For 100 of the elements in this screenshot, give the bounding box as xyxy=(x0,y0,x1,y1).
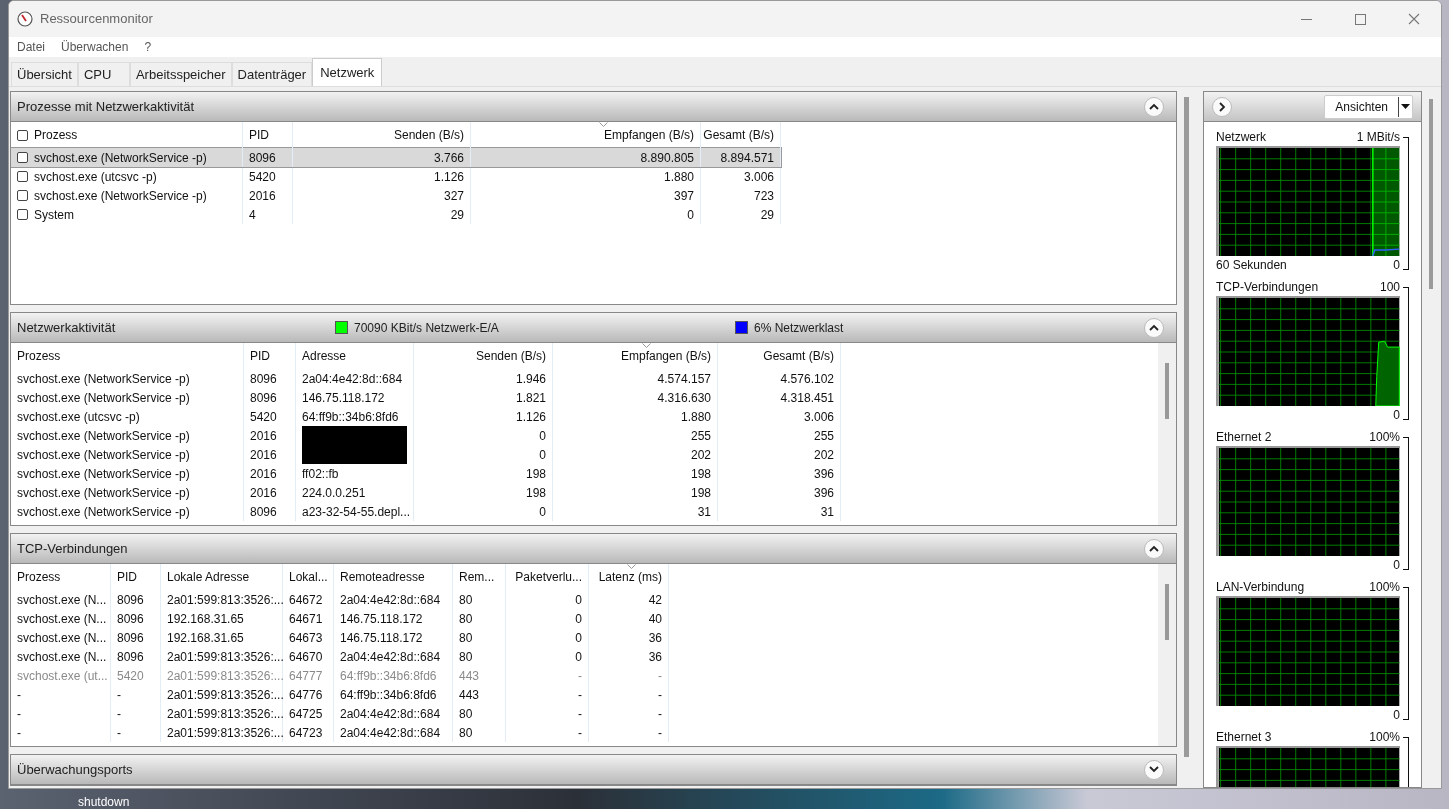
table-cell-text: 64:ff9b::34b6:8fd6 xyxy=(302,408,399,426)
checkbox[interactable] xyxy=(17,152,28,163)
tab[interactable]: Netzwerk xyxy=(312,58,383,86)
section-header[interactable]: TCP-Verbindungen xyxy=(11,534,1176,564)
column-header[interactable]: Prozess xyxy=(11,564,111,590)
column-header[interactable]: Senden (B/s) xyxy=(414,343,553,369)
legend-label: 70090 KBit/s Netzwerk-E/A xyxy=(354,319,499,337)
section-header[interactable]: Überwachungsports xyxy=(11,755,1176,785)
menu-item[interactable]: Überwachen xyxy=(55,38,135,56)
table-cell-text: 8096 xyxy=(250,370,277,388)
tab[interactable]: Datenträger xyxy=(231,62,313,86)
table-cell-text: svchost.exe (NetworkService -p) xyxy=(17,484,190,502)
table-cell-text: 4.574.157 xyxy=(657,370,711,388)
checkbox[interactable] xyxy=(17,171,28,182)
column-header[interactable]: Lokale Adresse xyxy=(161,564,283,590)
table-cell-text: svchost.exe (NetworkService -p) xyxy=(34,187,207,205)
table-cell-text: 198 xyxy=(690,465,711,483)
column-header[interactable]: Latenz (ms) xyxy=(589,564,669,590)
table-cell-text: 5420 xyxy=(250,408,277,426)
column-header[interactable]: Prozess xyxy=(11,343,244,369)
table-cell-text: 255 xyxy=(690,427,711,445)
table-cell-text: 8096 xyxy=(250,389,277,407)
column-header[interactable]: PID xyxy=(111,564,161,590)
table-cell-text: svchost.exe (NetworkService -p) xyxy=(17,446,190,464)
tab[interactable]: Übersicht xyxy=(11,62,78,86)
table-cell-text: 64:ff9b::34b6:8fd6 xyxy=(340,667,437,685)
table-cell-text: 1.126 xyxy=(433,168,464,186)
table-cell-text: svchost.exe (NetworkService -p) xyxy=(17,389,190,407)
table-cell-text: 4.318.451 xyxy=(780,389,834,407)
scale-label: 100% xyxy=(1369,729,1400,746)
column-header[interactable]: Gesamt (B/s) xyxy=(718,343,841,369)
table-cell-text: 202 xyxy=(813,446,834,464)
table-cell-text: 198 xyxy=(525,465,546,483)
table-cell-text: svchost.exe (NetworkService -p) xyxy=(17,465,190,483)
graph-title: TCP-Verbindungen xyxy=(1216,279,1319,296)
table-cell-text: 443 xyxy=(459,686,480,704)
table-cell-text: svchost.exe (N... xyxy=(17,629,107,647)
table-cell-text: a23-32-54-55.depl... xyxy=(302,503,411,521)
table-cell-text: 396 xyxy=(813,465,834,483)
table-cell-text: 5420 xyxy=(249,168,276,186)
table-cell-text: 64671 xyxy=(289,610,323,628)
checkbox[interactable] xyxy=(17,209,28,220)
desktop-icon-label[interactable]: shutdown xyxy=(78,795,130,809)
scrollbar-thumb[interactable] xyxy=(1165,584,1169,640)
scrollbar-thumb[interactable] xyxy=(1429,99,1433,289)
menu-item[interactable]: ? xyxy=(138,38,158,56)
table-cell-text: 1.880 xyxy=(680,408,711,426)
tab[interactable]: CPU xyxy=(77,62,130,86)
table-cell-text: 146.75.118.172 xyxy=(340,610,423,628)
table-cell-text: 80 xyxy=(459,648,473,666)
column-header[interactable]: Paketverlu... xyxy=(506,564,589,590)
column-header[interactable]: Empfangen (B/s) xyxy=(553,343,718,369)
table-cell-text: 40 xyxy=(648,610,662,628)
section-header[interactable]: Prozesse mit Netzwerkaktivität xyxy=(11,92,1176,122)
table-cell-text: 202 xyxy=(690,446,711,464)
scale-label: 100 xyxy=(1379,279,1400,296)
scale-label: 0 xyxy=(1393,257,1400,274)
table-cell-text: 3.006 xyxy=(803,408,834,426)
table-cell-text: svchost.exe (utcsvc -p) xyxy=(34,168,157,186)
table-cell-text: 4.576.102 xyxy=(780,370,834,388)
table-cell-text: 2a04:4e42:8d::684 xyxy=(340,591,441,609)
table-cell-text: - xyxy=(578,667,582,685)
table-cell-text: 1.126 xyxy=(515,408,546,426)
column-header[interactable]: PID xyxy=(244,343,296,369)
table-cell-text: 2a01:599:813:3526:... xyxy=(167,648,284,666)
table-cell-text: 2a01:599:813:3526:... xyxy=(167,686,284,704)
collapse-button[interactable] xyxy=(1144,538,1164,559)
column-header[interactable]: Remoteadresse xyxy=(334,564,453,590)
menu-item[interactable]: Datei xyxy=(11,38,51,56)
views-dropdown[interactable]: Ansichten xyxy=(1324,94,1413,119)
checkbox[interactable] xyxy=(17,129,28,141)
scrollbar-thumb[interactable] xyxy=(1183,97,1189,757)
table-cell-text: - xyxy=(658,686,662,704)
table-cell-text: 0 xyxy=(575,610,582,628)
collapse-button[interactable] xyxy=(1144,96,1164,117)
column-header[interactable]: Adresse xyxy=(296,343,414,369)
table-cell-text: 3.006 xyxy=(743,168,774,186)
scrollbar-thumb[interactable] xyxy=(1165,363,1169,419)
table-cell-text: 0 xyxy=(539,427,546,445)
collapse-button[interactable] xyxy=(1144,759,1164,780)
column-header[interactable]: Lokal... xyxy=(283,564,334,590)
expand-button[interactable] xyxy=(1212,96,1232,117)
table-cell-text: - xyxy=(578,686,582,704)
section-header[interactable]: Netzwerkaktivität 70090 KBit/s Netzwerk-E/A 6% Netzwerklast xyxy=(11,313,1176,343)
table-cell-text: 64725 xyxy=(289,705,323,723)
table-cell-text: - xyxy=(117,705,121,723)
table-cell-text: svchost.exe (ut... xyxy=(17,667,108,685)
table-cell-text: 198 xyxy=(525,484,546,502)
collapse-button[interactable] xyxy=(1144,317,1164,338)
table-cell-text: svchost.exe (N... xyxy=(17,591,107,609)
table-cell-text: 8.890.805 xyxy=(640,149,694,167)
table-cell-text: 2a01:599:813:3526:... xyxy=(167,667,284,685)
table-cell-text: 80 xyxy=(459,724,473,742)
tab[interactable]: Arbeitsspeicher xyxy=(129,62,232,86)
minimize-icon xyxy=(1300,18,1312,20)
graph-title: Netzwerk xyxy=(1216,129,1266,146)
time-span-label: 60 Sekunden xyxy=(1216,257,1287,274)
gauge-icon xyxy=(17,11,33,27)
column-header[interactable]: Rem... xyxy=(453,564,506,590)
checkbox[interactable] xyxy=(17,190,28,201)
